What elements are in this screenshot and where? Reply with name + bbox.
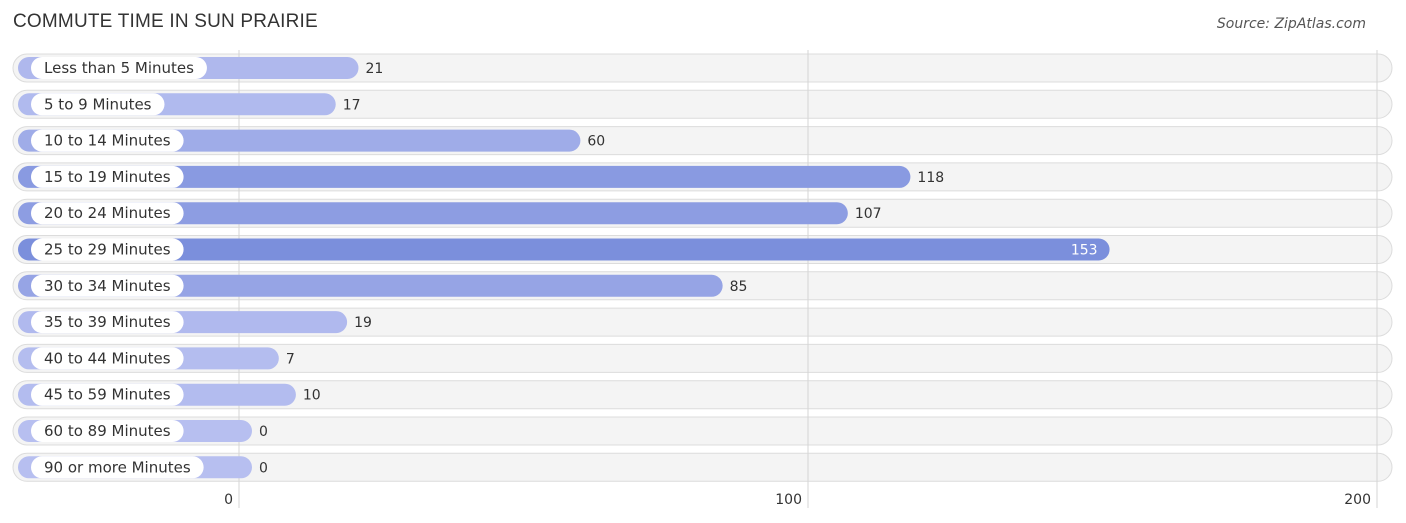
bar-group[interactable]: 40 to 44 Minutes 7 bbox=[18, 347, 295, 370]
bars: Less than 5 Minutes 21 5 to 9 Minutes 17 10 … bbox=[18, 57, 1110, 479]
x-axis-ticks: 0 100 200 bbox=[224, 492, 1371, 508]
x-tick-label: 200 bbox=[1344, 492, 1371, 508]
bar-group[interactable]: 5 to 9 Minutes 17 bbox=[18, 93, 361, 116]
category-label: 20 to 24 Minutes bbox=[44, 204, 171, 222]
value-label: 21 bbox=[365, 61, 383, 77]
bar-group[interactable]: 60 to 89 Minutes 0 bbox=[18, 420, 268, 442]
bar-chart: Less than 5 Minutes 21 5 to 9 Minutes 17 10 … bbox=[12, 50, 1393, 508]
category-label: 45 to 59 Minutes bbox=[44, 386, 171, 404]
value-label: 118 bbox=[917, 170, 944, 186]
category-label: 60 to 89 Minutes bbox=[44, 422, 171, 440]
category-label: 40 to 44 Minutes bbox=[44, 349, 171, 367]
category-label: 10 to 14 Minutes bbox=[44, 132, 171, 150]
category-label: 25 to 29 Minutes bbox=[44, 241, 171, 259]
value-label: 60 bbox=[587, 134, 605, 150]
category-label: 15 to 19 Minutes bbox=[44, 168, 171, 186]
x-tick-label: 0 bbox=[224, 492, 233, 508]
bar-group[interactable]: 35 to 39 Minutes 19 bbox=[18, 311, 372, 334]
category-label: 90 or more Minutes bbox=[44, 458, 191, 476]
value-label: 107 bbox=[855, 206, 882, 222]
bar-group[interactable]: 25 to 29 Minutes 153 bbox=[18, 238, 1110, 261]
value-label: 85 bbox=[730, 279, 748, 295]
category-label: 5 to 9 Minutes bbox=[44, 95, 152, 113]
row-backgrounds bbox=[12, 53, 1393, 482]
value-label: 19 bbox=[354, 315, 372, 331]
category-label: 30 to 34 Minutes bbox=[44, 277, 171, 295]
category-label: Less than 5 Minutes bbox=[44, 59, 194, 77]
bar-group[interactable]: 10 to 14 Minutes 60 bbox=[18, 129, 605, 152]
value-label: 7 bbox=[286, 351, 295, 367]
x-tick-label: 100 bbox=[775, 492, 802, 508]
bar-group[interactable]: 20 to 24 Minutes 107 bbox=[18, 202, 882, 225]
value-label: 153 bbox=[1071, 243, 1098, 259]
value-label: 10 bbox=[303, 388, 321, 404]
value-label: 17 bbox=[343, 97, 361, 113]
value-label: 0 bbox=[259, 424, 268, 440]
bar-group[interactable]: Less than 5 Minutes 21 bbox=[18, 57, 383, 79]
bar-group[interactable]: 45 to 59 Minutes 10 bbox=[18, 383, 321, 406]
bar-group[interactable]: 15 to 19 Minutes 118 bbox=[18, 165, 944, 188]
bar-group[interactable]: 90 or more Minutes 0 bbox=[18, 456, 268, 479]
bar-group[interactable]: 30 to 34 Minutes 85 bbox=[18, 274, 748, 297]
category-label: 35 to 39 Minutes bbox=[44, 313, 171, 331]
value-label: 0 bbox=[259, 460, 268, 476]
